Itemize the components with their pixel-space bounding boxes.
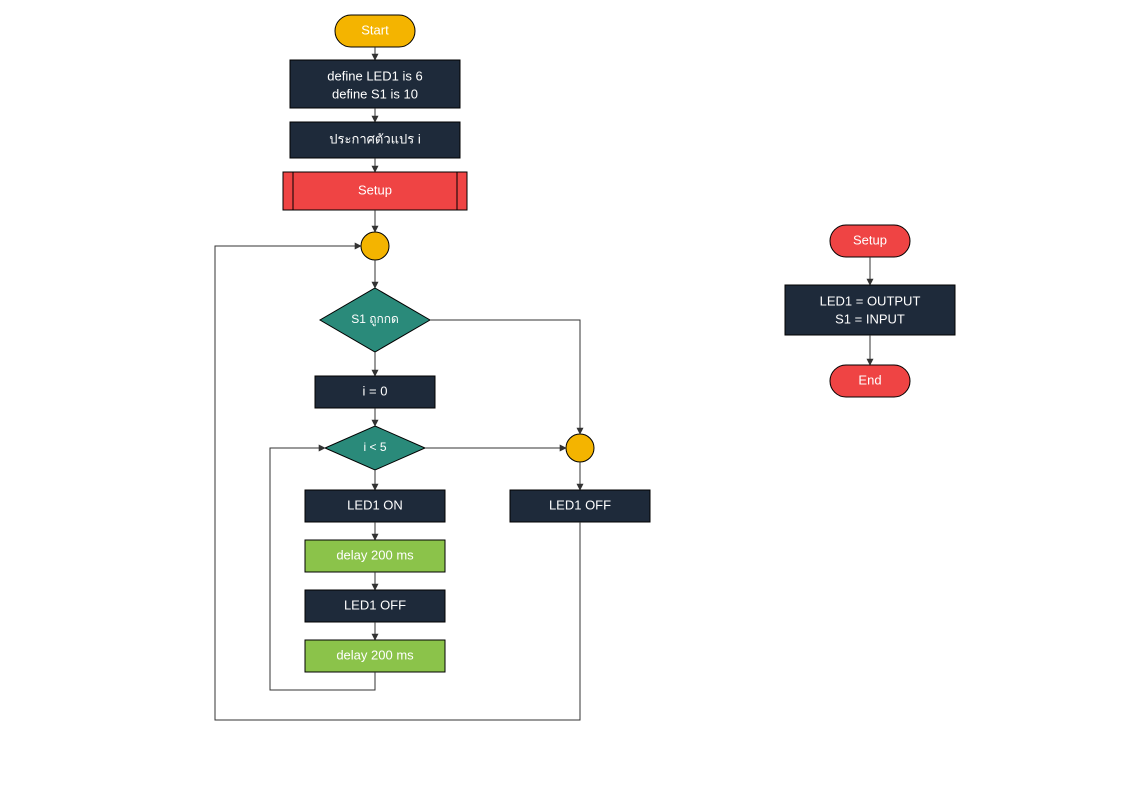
delay-2-box: delay 200 ms xyxy=(305,640,445,672)
delay-1-box: delay 200 ms xyxy=(305,540,445,572)
sub-setup-label: Setup xyxy=(853,232,887,247)
decision-s1-label: S1 ถูกกด xyxy=(351,312,399,327)
sub-setup-terminator: Setup xyxy=(830,225,910,257)
delay-2-label: delay 200 ms xyxy=(336,647,414,662)
led1-off-outer-box: LED1 OFF xyxy=(510,490,650,522)
merge-connector-right xyxy=(566,434,594,462)
sub-end-terminator: End xyxy=(830,365,910,397)
s1-false-wire xyxy=(430,320,580,434)
sub-end-label: End xyxy=(858,372,881,387)
sub-body-l1: LED1 = OUTPUT xyxy=(820,293,921,308)
define-line1: define LED1 is 6 xyxy=(327,68,422,83)
start-terminator: Start xyxy=(335,15,415,47)
led1-off-outer-label: LED1 OFF xyxy=(549,497,611,512)
sub-body-l2: S1 = INPUT xyxy=(835,311,905,326)
led1-off-inner-box: LED1 OFF xyxy=(305,590,445,622)
declare-i-label: ประกาศตัวแปร i xyxy=(329,131,421,146)
i-zero-box: i = 0 xyxy=(315,376,435,408)
setup-call-label: Setup xyxy=(358,182,392,197)
led1-on-label: LED1 ON xyxy=(347,497,403,512)
define-box: define LED1 is 6 define S1 is 10 xyxy=(290,60,460,108)
i-zero-label: i = 0 xyxy=(363,383,388,398)
declare-i-box: ประกาศตัวแปร i xyxy=(290,122,460,158)
decision-s1-pressed: S1 ถูกกด xyxy=(320,288,430,352)
sub-body-box: LED1 = OUTPUT S1 = INPUT xyxy=(785,285,955,335)
decision-i5-label: i < 5 xyxy=(363,440,386,454)
loop-connector-top xyxy=(361,232,389,260)
start-label: Start xyxy=(361,22,389,37)
led1-on-box: LED1 ON xyxy=(305,490,445,522)
define-line2: define S1 is 10 xyxy=(332,86,418,101)
decision-i-lt-5: i < 5 xyxy=(325,426,425,470)
led1-off-inner-label: LED1 OFF xyxy=(344,597,406,612)
delay-1-label: delay 200 ms xyxy=(336,547,414,562)
setup-call-box: Setup xyxy=(283,172,467,210)
